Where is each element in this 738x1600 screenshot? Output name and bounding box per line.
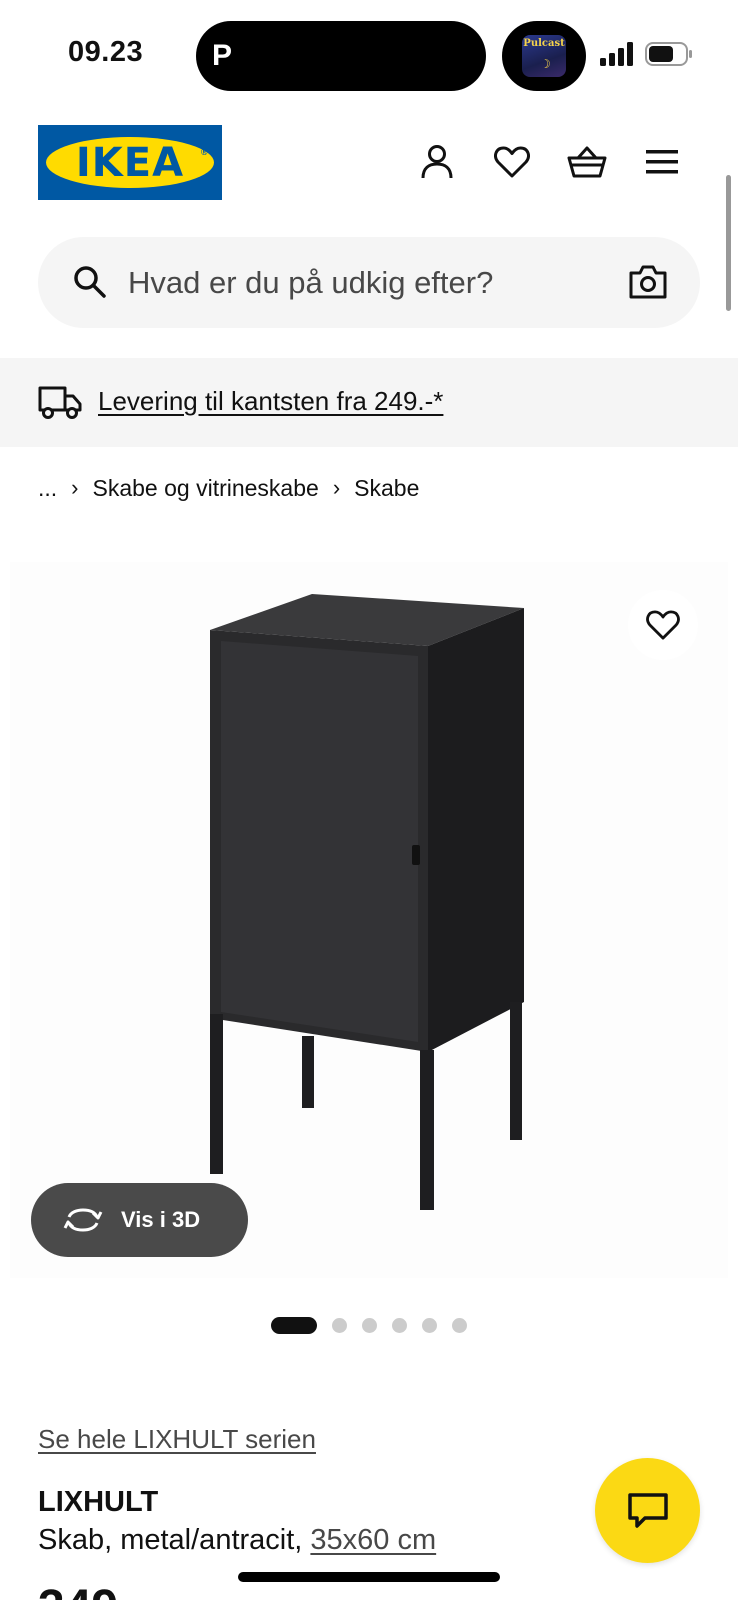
podcast-artwork: Pulcast ☽ [522, 35, 566, 77]
search-input[interactable] [128, 255, 588, 310]
podcast-art-text: Pulcast [523, 38, 565, 49]
chat-button[interactable] [595, 1458, 700, 1563]
carousel-pagination [271, 1316, 482, 1334]
search-icon [74, 266, 106, 298]
heart-icon [646, 610, 680, 640]
pagination-dot[interactable] [392, 1317, 407, 1333]
logo-text: IKEA [75, 140, 185, 186]
pagination-dot-active[interactable] [271, 1316, 317, 1334]
basket-icon [567, 146, 607, 178]
rotate-3d-icon [63, 1208, 103, 1232]
product-description: Skab, metal/antracit, 35x60 cm [38, 1524, 436, 1557]
breadcrumb: ... › Skabe og vitrineskabe › Skabe [38, 472, 419, 504]
menu-button[interactable] [640, 140, 684, 184]
status-bar: 09.23 P Pulcast ☽ [0, 0, 738, 110]
view-in-3d-button[interactable]: Vis i 3D [31, 1183, 248, 1257]
account-button[interactable] [415, 140, 459, 184]
breadcrumb-separator: › [332, 475, 341, 500]
home-indicator[interactable] [238, 1572, 500, 1582]
delivery-banner: Levering til kantsten fra 249.-* [0, 358, 738, 447]
scrollbar[interactable] [726, 175, 731, 311]
add-to-favourites-button[interactable] [628, 590, 698, 660]
now-playing-pill[interactable]: Pulcast ☽ [502, 21, 586, 91]
app-activity-icon: P [212, 39, 233, 72]
ikea-logo[interactable]: IKEA ® [38, 125, 222, 200]
breadcrumb-item-cabinets[interactable]: Skabe [354, 475, 419, 502]
pagination-dot[interactable] [332, 1317, 347, 1333]
battery-icon [645, 42, 692, 66]
series-link[interactable]: Se hele LIXHULT serien [38, 1424, 316, 1455]
breadcrumb-item-cabinets-and-display[interactable]: Skabe og vitrineskabe [93, 475, 319, 502]
menu-icon [646, 150, 678, 174]
account-icon [421, 145, 453, 179]
delivery-link[interactable]: Levering til kantsten fra 249.-* [98, 386, 443, 417]
pagination-dot[interactable] [422, 1317, 437, 1333]
logo-registered-mark: ® [201, 147, 208, 157]
product-name: LIXHULT [38, 1486, 159, 1518]
breadcrumb-separator: › [71, 475, 79, 500]
product-price: 349 [38, 1584, 118, 1600]
view-in-3d-label: Vis i 3D [121, 1207, 201, 1232]
breadcrumb-ellipsis[interactable]: ... [38, 475, 57, 502]
site-header: IKEA ® [0, 110, 738, 220]
favourites-button[interactable] [490, 140, 534, 184]
moon-icon: ☽ [540, 57, 551, 71]
product-image-carousel[interactable] [10, 562, 728, 1278]
search-bar[interactable] [38, 237, 700, 328]
clock: 09.23 [68, 36, 144, 68]
basket-button[interactable] [565, 140, 609, 184]
truck-icon [38, 386, 82, 419]
pagination-dot[interactable] [362, 1317, 377, 1333]
camera-icon[interactable] [628, 263, 668, 301]
dynamic-island[interactable]: P [196, 21, 486, 91]
chat-icon [627, 1492, 668, 1528]
pagination-dot[interactable] [452, 1317, 467, 1333]
heart-icon [494, 146, 530, 178]
product-size-link[interactable]: 35x60 cm [310, 1524, 436, 1556]
signal-icon [600, 42, 633, 66]
product-image [210, 594, 524, 1210]
product-description-text: Skab, metal/antracit, [38, 1524, 303, 1556]
